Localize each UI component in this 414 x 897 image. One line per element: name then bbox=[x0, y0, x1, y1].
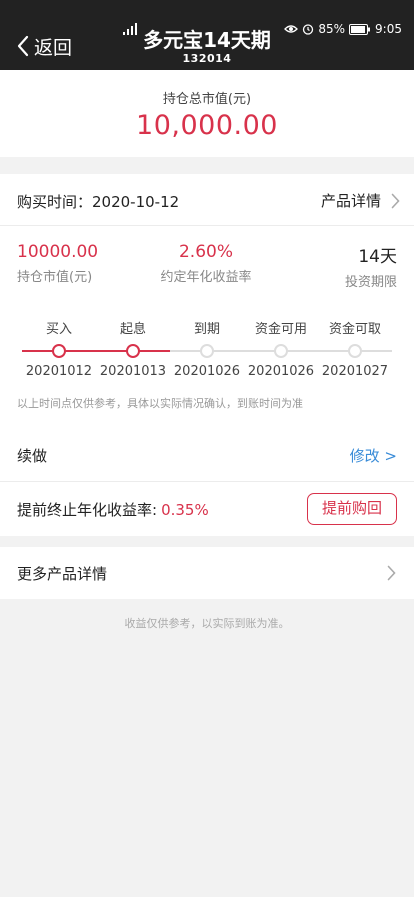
renew-label: 续做 bbox=[17, 447, 48, 465]
status-bar: 85% 9:05 bbox=[284, 22, 402, 36]
footer-disclaimer: 收益仅供参考，以实际到账为准。 bbox=[124, 617, 290, 630]
timeline-dot bbox=[274, 344, 288, 358]
early-termination-label: 提前终止年化收益率: bbox=[17, 501, 158, 519]
chevron-right-icon bbox=[391, 193, 400, 208]
holding-total-label: 持仓总市值(元) bbox=[162, 92, 252, 107]
early-redeem-button[interactable]: 提前购回 bbox=[307, 493, 397, 525]
purchase-row: 购买时间：2020-10-12 产品详情 bbox=[0, 174, 414, 226]
purchase-time: 购买时间：2020-10-12 bbox=[17, 193, 180, 211]
early-termination-info: 提前终止年化收益率: 0.35% bbox=[17, 499, 209, 520]
clock: 9:05 bbox=[375, 22, 402, 36]
timeline-step-date: 20201026 bbox=[173, 364, 241, 379]
timeline-step-date: 20201026 bbox=[247, 364, 315, 379]
timeline-step-label: 资金可用 bbox=[254, 322, 307, 337]
renew-row: 续做 修改 > bbox=[0, 432, 414, 482]
holding-summary: 持仓总市值(元) 10,000.00 bbox=[0, 70, 414, 157]
timeline-step-label: 买入 bbox=[45, 322, 72, 337]
battery-percent: 85% bbox=[318, 22, 346, 36]
timeline: 买入 起息 到期 资金可用 资金可取 20201012 20201013 202… bbox=[0, 310, 414, 390]
stat-label: 投资期限 bbox=[344, 275, 397, 290]
early-termination-row: 提前终止年化收益率: 0.35% 提前购回 bbox=[0, 482, 414, 536]
stat-label: 持仓市值(元) bbox=[17, 270, 93, 285]
position-card: 购买时间：2020-10-12 产品详情 10000.00 持仓市值(元) 2.… bbox=[0, 174, 414, 536]
chevron-right-icon bbox=[387, 565, 396, 581]
timeline-step-label: 到期 bbox=[193, 322, 220, 337]
battery-icon bbox=[349, 23, 371, 35]
timeline-note: 以上时间点仅供参考，具体以实际情况确认，到账时间为准 bbox=[17, 397, 303, 410]
stat-label: 约定年化收益率 bbox=[160, 270, 252, 285]
stat-value: 14天 bbox=[358, 247, 397, 267]
stat-term: 14天 投资期限 bbox=[345, 242, 397, 290]
timeline-step-date: 20201013 bbox=[99, 364, 167, 379]
timeline-step-date: 20201027 bbox=[321, 364, 389, 379]
timeline-line-active bbox=[22, 350, 170, 352]
alarm-icon bbox=[303, 24, 314, 35]
stat-value: 2.60% bbox=[178, 242, 233, 262]
eye-icon bbox=[284, 25, 299, 33]
stat-annual-yield: 2.60% 约定年化收益率 bbox=[160, 242, 252, 285]
more-details-label: 更多产品详情 bbox=[17, 565, 108, 583]
timeline-step-date: 20201012 bbox=[25, 364, 93, 379]
timeline-dot bbox=[200, 344, 214, 358]
stat-value: 10000.00 bbox=[17, 242, 99, 262]
modify-link[interactable]: 修改 > bbox=[350, 445, 397, 466]
timeline-step-label: 起息 bbox=[119, 322, 146, 337]
timeline-dot-active bbox=[126, 344, 140, 358]
holding-total-value: 10,000.00 bbox=[136, 110, 278, 141]
timeline-dot-active bbox=[52, 344, 66, 358]
timeline-step-label: 资金可取 bbox=[328, 322, 381, 337]
stat-holding-value: 10000.00 持仓市值(元) bbox=[17, 242, 98, 285]
timeline-dot bbox=[348, 344, 362, 358]
product-detail-link[interactable]: 产品详情 bbox=[321, 190, 400, 211]
more-product-details-row[interactable]: 更多产品详情 bbox=[0, 547, 414, 599]
app-header: 返回 多元宝14天期 132014 85% 9:05 bbox=[0, 0, 414, 70]
product-detail-label: 产品详情 bbox=[320, 192, 381, 210]
product-code: 132014 bbox=[182, 52, 232, 65]
early-termination-rate: 0.35% bbox=[161, 501, 209, 519]
